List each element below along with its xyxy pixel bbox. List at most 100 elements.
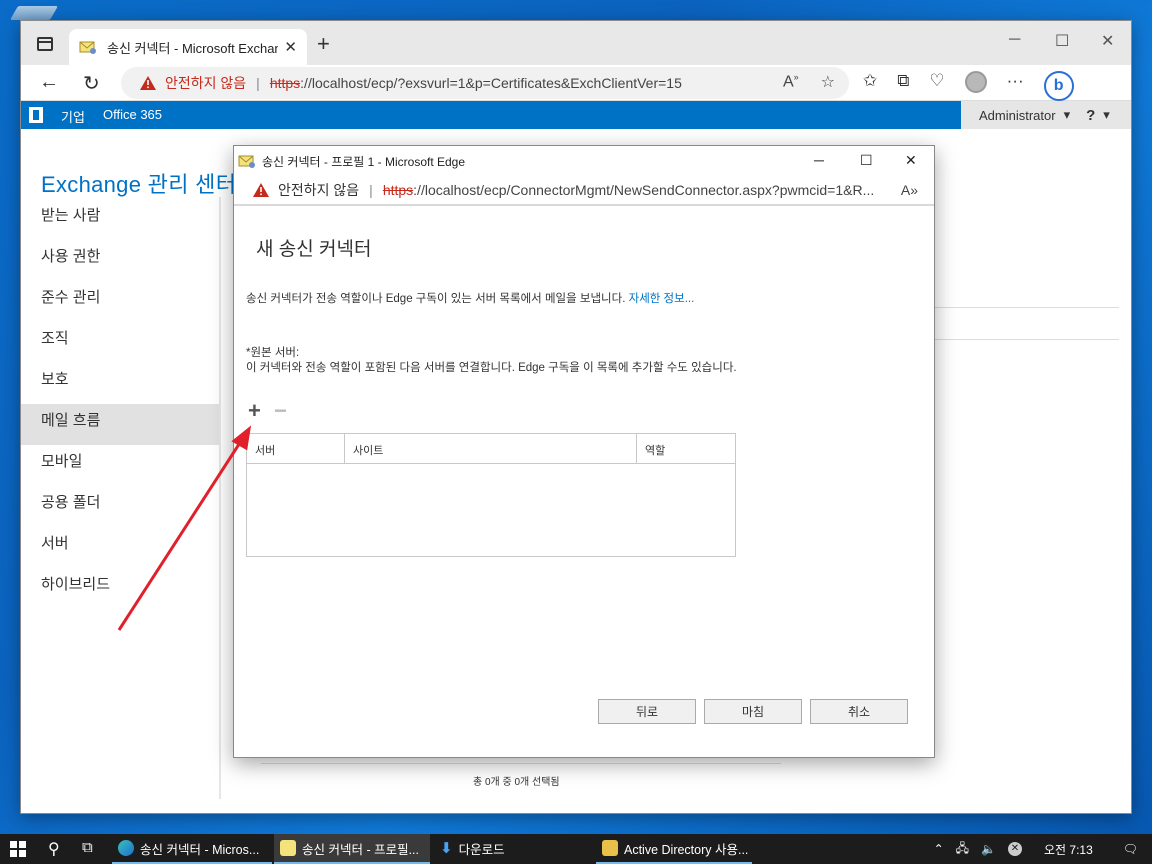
mail-connector-icon xyxy=(238,155,255,168)
nav-item-permissions[interactable]: 사용 권한 xyxy=(21,240,219,281)
table-header: 서버 사이트 역할 xyxy=(247,434,735,464)
search-icon[interactable]: ⚲ xyxy=(48,839,60,859)
read-aloud-icon[interactable]: A» xyxy=(901,182,918,198)
more-options-icon[interactable]: ··· xyxy=(1007,71,1024,101)
tab-actions-icon[interactable] xyxy=(37,37,53,51)
popup-url-bar[interactable]: 안전하지 않음 | https ://localhost/ecp/Connect… xyxy=(234,176,934,206)
tab-close-icon[interactable]: ✕ xyxy=(284,38,297,56)
taskbar-app-label: Active Directory 사용... xyxy=(624,842,749,857)
warning-icon xyxy=(253,183,269,197)
taskbar-app-edge-popup[interactable]: 송신 커넥터 - 프로필... xyxy=(274,834,430,864)
refresh-icon[interactable]: ↻ xyxy=(83,71,100,96)
maximize-icon[interactable]: ☐ xyxy=(1055,31,1069,51)
system-tray: ⌃ 🖧 🔈 ✕ 오전 7:13 🗨 xyxy=(934,834,1152,864)
active-directory-icon xyxy=(602,840,618,856)
nav-item-hybrid[interactable]: 하이브리드 xyxy=(21,568,219,609)
popup-titlebar: 송신 커넥터 - 프로필 1 - Microsoft Edge ─ ☐ ✕ xyxy=(234,146,934,176)
source-server-table: 서버 사이트 역할 xyxy=(246,433,736,557)
cancel-button[interactable]: 취소 xyxy=(810,699,908,724)
maximize-icon[interactable]: ☐ xyxy=(860,152,873,169)
admin-name: Administrator xyxy=(979,107,1056,123)
help-icon[interactable]: ? xyxy=(1086,107,1095,124)
left-navigation: 받는 사람 사용 권한 준수 관리 조직 보호 메일 흐름 모바일 공용 폴더 … xyxy=(21,199,219,609)
column-header-role[interactable]: 역할 xyxy=(637,434,735,463)
minimize-icon[interactable]: ─ xyxy=(1009,31,1020,49)
back-arrow-icon[interactable]: ← xyxy=(39,71,59,94)
nav-item-mail-flow[interactable]: 메일 흐름 xyxy=(21,404,219,445)
url-separator: | xyxy=(369,182,373,198)
back-button[interactable]: 뒤로 xyxy=(598,699,696,724)
user-menu[interactable]: Administrator ▾ ? ▾ xyxy=(961,101,1131,129)
close-icon[interactable]: ✕ xyxy=(905,152,917,169)
divider xyxy=(935,339,1119,340)
desktop-recycle-icon[interactable] xyxy=(9,6,59,20)
volume-icon[interactable]: 🔈 xyxy=(981,842,996,856)
office365-link[interactable]: Office 365 xyxy=(103,107,162,122)
chevron-up-icon[interactable]: ⌃ xyxy=(934,842,944,856)
collections-icon[interactable]: ⧉ xyxy=(897,71,909,101)
nav-item-recipients[interactable]: 받는 사람 xyxy=(21,199,219,240)
nav-item-public-folders[interactable]: 공용 폴더 xyxy=(21,486,219,527)
description-text: 송신 커넥터가 전송 역할이나 Edge 구독이 있는 서버 목록에서 메일을 … xyxy=(246,293,626,305)
url-protocol: https xyxy=(382,182,414,198)
nav-item-organization[interactable]: 조직 xyxy=(21,322,219,363)
edge-icon xyxy=(118,840,134,856)
notification-error-icon[interactable]: ✕ xyxy=(1007,842,1022,856)
favorites-icon[interactable]: ✩ xyxy=(863,71,877,101)
origin-server-label: *원본 서버: xyxy=(246,347,300,359)
taskbar-app-edge-main[interactable]: 송신 커넥터 - Micros... xyxy=(112,834,272,864)
nav-item-servers[interactable]: 서버 xyxy=(21,527,219,568)
taskbar-app-downloads[interactable]: ⬇ 다운로드 xyxy=(434,834,592,864)
warning-icon xyxy=(140,76,156,90)
network-icon[interactable]: 🖧 xyxy=(956,839,969,860)
remove-server-button[interactable]: − xyxy=(274,400,287,422)
divider xyxy=(935,307,1119,308)
address-bar-row: ← ↻ 안전하지 않음 | https ://localhost/ecp/?ex… xyxy=(21,65,1131,101)
new-tab-button[interactable]: + xyxy=(317,31,330,57)
office-logo-icon[interactable] xyxy=(29,107,43,123)
windows-start-icon[interactable] xyxy=(10,841,26,857)
column-header-site[interactable]: 사이트 xyxy=(345,434,637,463)
profile-avatar-icon[interactable] xyxy=(964,71,987,93)
taskbar-app-label: 다운로드 xyxy=(458,842,505,857)
insecure-label: 안전하지 않음 xyxy=(278,182,360,198)
taskbar-app-label: 송신 커넥터 - Micros... xyxy=(140,842,260,857)
url-bar[interactable]: 안전하지 않음 | https ://localhost/ecp/?exsvur… xyxy=(121,67,849,99)
selection-status: 총 0개 중 0개 선택됨 xyxy=(473,777,560,788)
chevron-down-icon: ▾ xyxy=(1103,107,1110,122)
origin-server-section: *원본 서버: 이 커넥터와 전송 역할이 포함된 다음 서버를 연결합니다. … xyxy=(246,346,738,376)
nav-item-mobile[interactable]: 모바일 xyxy=(21,445,219,486)
learn-more-link[interactable]: 자세한 정보... xyxy=(629,293,695,305)
insecure-label: 안전하지 않음 xyxy=(165,75,247,91)
new-send-connector-popup: 송신 커넥터 - 프로필 1 - Microsoft Edge ─ ☐ ✕ 안전… xyxy=(233,145,935,758)
popup-heading: 새 송신 커넥터 xyxy=(256,239,372,260)
browser-toolbar: ✩ ⧉ ♡ ··· b xyxy=(863,71,1074,101)
browser-essentials-icon[interactable]: ♡ xyxy=(929,71,944,101)
origin-server-description: 이 커넥터와 전송 역할이 포함된 다음 서버를 연결합니다. Edge 구독을… xyxy=(246,362,737,374)
column-header-server[interactable]: 서버 xyxy=(247,434,345,463)
nav-item-protection[interactable]: 보호 xyxy=(21,363,219,404)
minimize-icon[interactable]: ─ xyxy=(814,152,824,168)
nav-item-compliance[interactable]: 준수 관리 xyxy=(21,281,219,322)
url-text: ://localhost/ecp/ConnectorMgmt/NewSendCo… xyxy=(413,182,875,198)
enterprise-link[interactable]: 기업 xyxy=(61,107,85,126)
bing-icon[interactable]: b xyxy=(1043,71,1074,101)
url-actions: A» ☆ xyxy=(783,72,835,92)
windows-taskbar: ⚲ ⧉ 송신 커넥터 - Micros... 송신 커넥터 - 프로필... ⬇… xyxy=(0,834,1152,864)
popup-description: 송신 커넥터가 전송 역할이나 Edge 구독이 있는 서버 목록에서 메일을 … xyxy=(246,292,738,307)
add-server-button[interactable]: + xyxy=(248,400,261,422)
taskbar-app-active-directory[interactable]: Active Directory 사용... xyxy=(596,834,752,864)
tab-exchange[interactable]: 송신 커넥터 - Microsoft Exchang ✕ xyxy=(69,29,307,65)
mail-connector-icon xyxy=(280,840,296,856)
chevron-down-icon: ▾ xyxy=(1063,107,1071,122)
divider xyxy=(261,763,781,764)
taskbar-app-label: 송신 커넥터 - 프로필... xyxy=(302,842,420,857)
read-aloud-icon[interactable]: A» xyxy=(783,72,799,92)
notification-center-icon[interactable]: 🗨 xyxy=(1123,842,1138,856)
close-icon[interactable]: ✕ xyxy=(1101,31,1114,51)
favorite-star-icon[interactable]: ☆ xyxy=(821,72,835,92)
finish-button[interactable]: 마침 xyxy=(704,699,802,724)
page-title: Exchange 관리 센터 xyxy=(41,172,237,197)
task-view-icon[interactable]: ⧉ xyxy=(82,839,93,856)
clock[interactable]: 오전 7:13 xyxy=(1044,841,1093,858)
